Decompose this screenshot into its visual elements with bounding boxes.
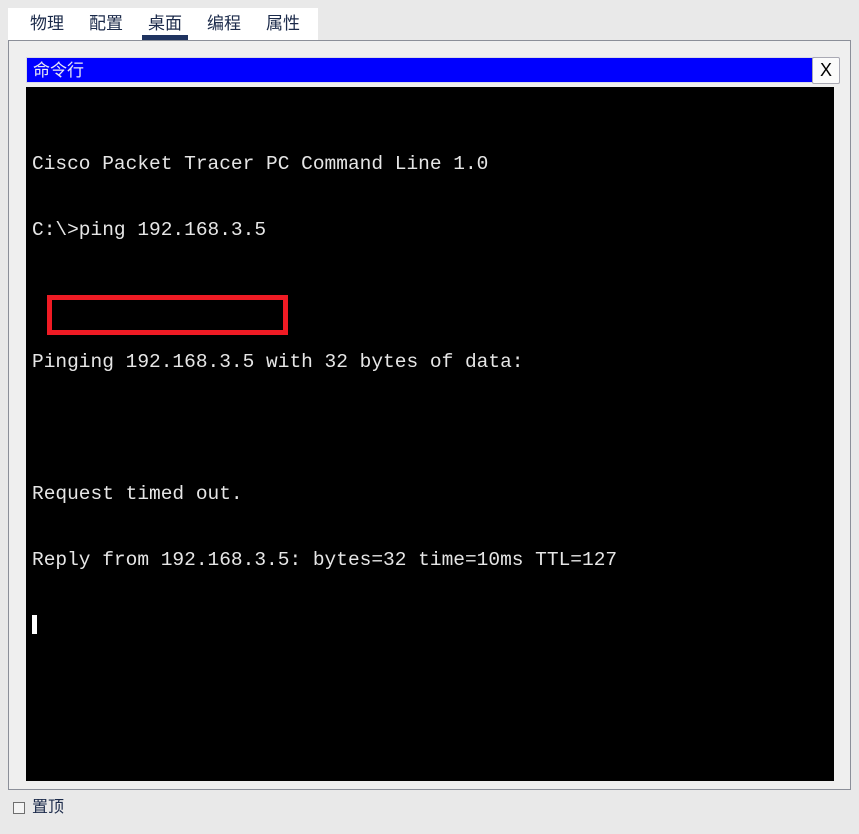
tab-list: 物理 配置 桌面 编程 属性 xyxy=(8,8,318,40)
tab-config[interactable]: 配置 xyxy=(81,8,131,37)
checkbox-box[interactable] xyxy=(13,802,25,814)
terminal-line: C:\>ping 192.168.3.5 xyxy=(32,219,267,241)
tab-physical[interactable]: 物理 xyxy=(22,8,72,37)
dialog-title: 命令行 xyxy=(33,61,84,80)
command-prompt-panel: 命令行 X Cisco Packet Tracer PC Command Lin… xyxy=(8,40,851,790)
terminal-line: Cisco Packet Tracer PC Command Line 1.0 xyxy=(32,153,489,175)
dialog-title-bar: 命令行 X xyxy=(26,57,840,84)
close-icon[interactable]: X xyxy=(812,57,840,84)
always-on-top-checkbox[interactable]: 置顶 xyxy=(8,795,118,821)
terminal-output[interactable]: Cisco Packet Tracer PC Command Line 1.0 … xyxy=(26,87,834,781)
terminal-line-list: Cisco Packet Tracer PC Command Line 1.0 … xyxy=(32,109,827,681)
panel-footer: 置顶 xyxy=(8,795,859,827)
terminal-line: Pinging 192.168.3.5 with 32 bytes of dat… xyxy=(32,351,524,373)
terminal-line-request-timed-out: Request timed out. xyxy=(32,483,243,505)
terminal-line-reply: Reply from 192.168.3.5: bytes=32 time=10… xyxy=(32,549,618,571)
text-cursor xyxy=(32,615,37,634)
tab-programming[interactable]: 编程 xyxy=(199,8,249,37)
tab-desktop[interactable]: 桌面 xyxy=(140,8,190,40)
tab-attributes[interactable]: 属性 xyxy=(258,8,308,37)
tab-strip: 物理 配置 桌面 编程 属性 xyxy=(8,8,859,40)
terminal-cursor-line xyxy=(32,615,827,637)
always-on-top-label: 置顶 xyxy=(32,799,65,816)
